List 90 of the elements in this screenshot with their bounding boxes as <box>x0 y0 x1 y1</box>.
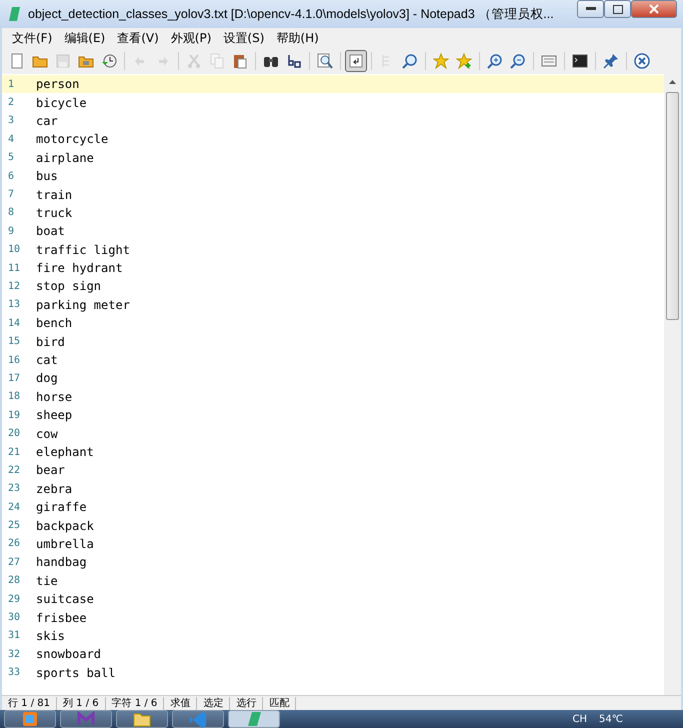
visual-studio-icon[interactable] <box>60 710 112 728</box>
line-number: 18 <box>7 391 22 402</box>
line-number: 7 <box>7 189 16 200</box>
line-number: 22 <box>7 464 22 476</box>
maximize-button[interactable] <box>604 0 631 18</box>
menu-item[interactable]: 文件(F) <box>6 30 58 46</box>
line-text: boat <box>35 224 65 238</box>
menu-item[interactable]: 查看(V) <box>111 30 165 46</box>
line-number: 8 <box>7 207 16 218</box>
line-number: 31 <box>7 630 22 642</box>
line-number: 10 <box>7 244 22 256</box>
notepad-icon[interactable] <box>228 710 280 728</box>
line-text: umbrella <box>35 536 94 551</box>
window-title: object_detection_classes_yolov3.txt [D:\opencv-4.1.0\models\yolov3] - Notepad3 （管理员权... <box>28 6 554 22</box>
line-text: airplane <box>35 150 94 165</box>
line-text: elephant <box>35 445 94 459</box>
line-number: 20 <box>7 428 22 440</box>
minimize-button[interactable] <box>577 0 604 18</box>
maximize-icon <box>612 4 622 14</box>
temperature-text: 54℃ <box>599 714 623 724</box>
line-number: 26 <box>7 538 22 550</box>
line-text: stop sign <box>35 279 102 294</box>
line-text: bear <box>35 463 65 478</box>
line-text: frisbee <box>35 610 87 625</box>
line-text: bus <box>35 169 58 184</box>
close-icon <box>649 4 659 14</box>
line-number: 17 <box>7 372 22 384</box>
line-text: handbag <box>35 555 87 570</box>
language-indicator[interactable]: CH <box>572 714 588 724</box>
line-number: 28 <box>7 575 22 586</box>
line-number: 12 <box>7 280 22 292</box>
app-icon[interactable] <box>4 710 56 728</box>
folder-icon[interactable] <box>116 710 168 728</box>
menu-item[interactable]: 编辑(E) <box>58 30 112 46</box>
line-number: 2 <box>7 97 16 108</box>
menu-item[interactable]: 外观(P) <box>164 30 218 46</box>
line-number: 25 <box>7 520 22 532</box>
line-text: suitcase <box>35 592 94 606</box>
scroll-thumb[interactable] <box>666 92 679 320</box>
line-number: 14 <box>7 318 22 329</box>
line-text: sheep <box>35 408 72 422</box>
line-number: 16 <box>7 354 22 366</box>
line-number: 23 <box>7 483 22 494</box>
close-button[interactable] <box>631 0 677 18</box>
line-number: 6 <box>7 170 16 182</box>
line-number: 15 <box>7 336 22 348</box>
line-number: 1 <box>7 78 16 90</box>
line-number: 32 <box>7 648 22 660</box>
line-number: 4 <box>7 134 16 145</box>
line-number: 33 <box>7 667 22 678</box>
line-text: horse <box>35 390 72 404</box>
line-number: 27 <box>7 556 22 568</box>
line-text: sports ball <box>35 666 116 680</box>
line-text: truck <box>35 206 72 220</box>
line-text: train <box>35 188 72 202</box>
word-wrap-icon[interactable] <box>345 50 367 72</box>
line-number: 30 <box>7 612 22 624</box>
line-number: 13 <box>7 299 22 310</box>
line-text: person <box>35 77 80 92</box>
line-text: tie <box>35 574 58 588</box>
line-number: 24 <box>7 502 22 513</box>
line-text: car <box>35 114 58 128</box>
line-number: 5 <box>7 152 16 164</box>
line-text: cow <box>35 426 58 441</box>
line-text: backpack <box>35 518 94 533</box>
menu-item[interactable]: 设置(S) <box>217 30 270 46</box>
notepad-icon <box>6 6 22 22</box>
line-text: dog <box>35 371 58 386</box>
menu-item[interactable]: 帮助(H) <box>270 30 325 46</box>
code-editor-icon[interactable] <box>172 710 224 728</box>
line-text: snowboard <box>35 647 102 662</box>
scrollbar[interactable] <box>664 74 681 695</box>
line-text: motorcycle <box>35 132 108 146</box>
line-number: 9 <box>7 226 16 237</box>
line-text: zebra <box>35 482 72 496</box>
line-number: 19 <box>7 410 22 421</box>
line-text: bird <box>35 334 65 349</box>
line-number: 11 <box>7 262 22 274</box>
line-number: 3 <box>7 115 16 126</box>
line-text: bench <box>35 316 72 330</box>
line-text: parking meter <box>35 298 130 312</box>
line-text: giraffe <box>35 500 87 514</box>
line-text: fire hydrant <box>35 261 123 276</box>
line-number: 21 <box>7 446 22 458</box>
line-number: 29 <box>7 594 22 605</box>
line-text: skis <box>35 628 65 643</box>
line-text: traffic light <box>35 242 130 257</box>
minimize-icon <box>586 7 596 11</box>
line-text: bicycle <box>35 96 87 110</box>
line-text: cat <box>35 353 58 368</box>
